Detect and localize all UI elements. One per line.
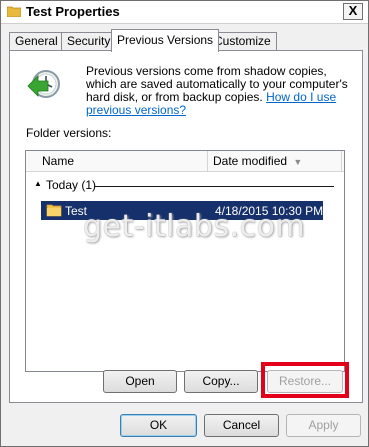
title-bar: Test Properties X [1,1,368,24]
watermark: get-itlabs.com [83,209,306,244]
column-name-label: Name [42,154,75,168]
ok-button[interactable]: OK [120,414,197,437]
collapse-arrow-icon[interactable]: ▲ [34,179,42,188]
restore-clock-icon [27,70,60,98]
column-header-name[interactable]: Name [26,151,208,171]
close-button[interactable]: X [343,3,363,20]
restore-highlight-box [261,362,349,398]
folder-versions-label: Folder versions: [26,126,112,140]
copy-button[interactable]: Copy... [184,370,258,393]
tab-previous-versions[interactable]: Previous Versions [111,29,220,52]
sort-arrow-icon: ▼ [293,157,303,167]
folder-icon [46,204,62,217]
folder-icon [7,6,21,17]
info-description: Previous versions come from shadow copie… [86,65,348,117]
window-title: Test Properties [26,4,120,19]
column-header-date-modified[interactable]: Date modified ▼ [208,151,342,171]
group-header-today[interactable]: ▲ Today (1) [32,178,338,193]
tab-strip: General Security Previous Versions Custo… [9,29,365,52]
group-divider [94,186,334,187]
list-header: Name Date modified ▼ [26,151,344,172]
column-date-label: Date modified [213,154,288,168]
properties-dialog: Test Properties X General Security Previ… [0,0,369,447]
cancel-button[interactable]: Cancel [204,414,279,437]
tab-security[interactable]: Security [61,32,117,50]
group-label: Today (1) [46,178,97,192]
apply-button[interactable]: Apply [286,414,361,437]
tab-general[interactable]: General [9,32,64,50]
open-button[interactable]: Open [103,370,177,393]
versions-list[interactable]: Name Date modified ▼ ▲ Today (1) Test 4/… [25,150,345,372]
